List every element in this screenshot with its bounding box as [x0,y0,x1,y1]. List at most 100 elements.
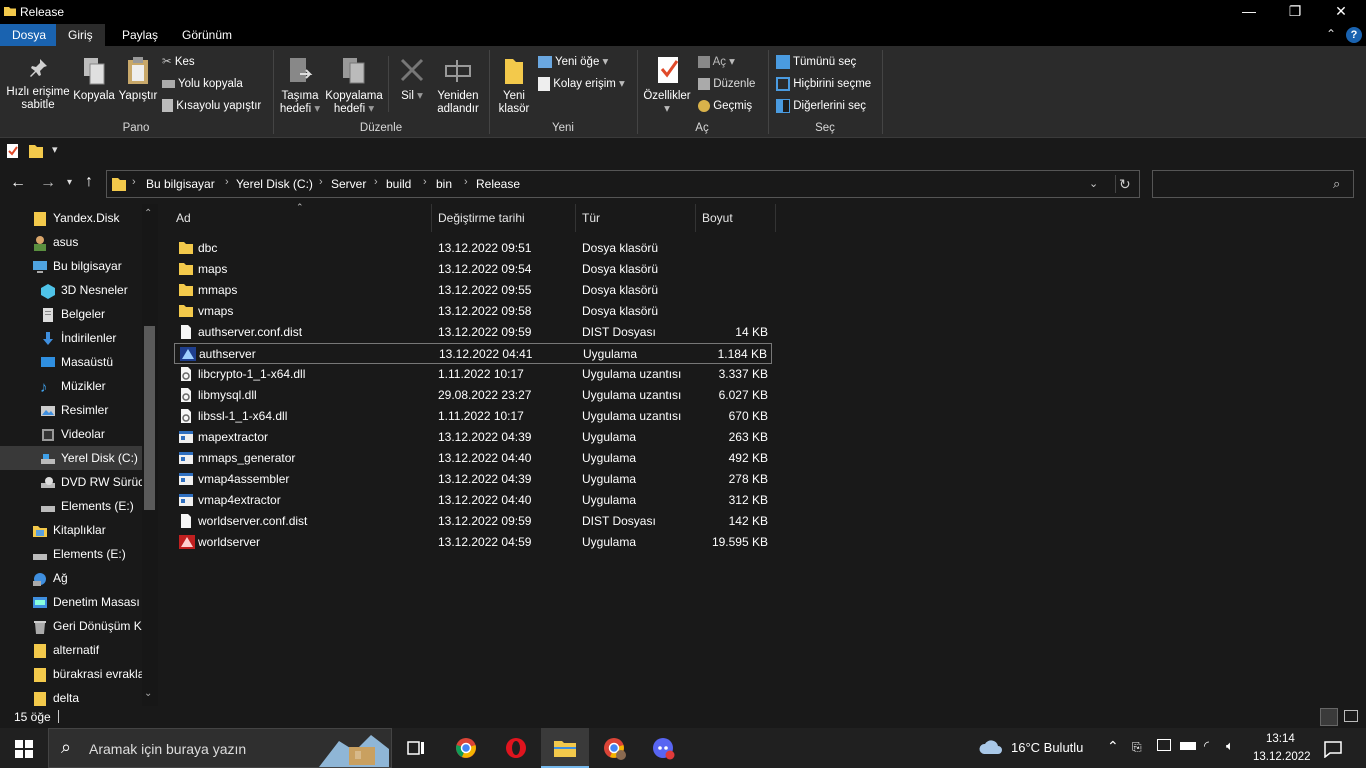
file-row[interactable]: mmaps_generator 13.12.2022 04:40 Uygulama 4… [174,448,772,469]
scroll-up-chevron-icon[interactable]: ⌃ [144,208,152,219]
file-row[interactable]: vmaps 13.12.2022 09:58 Dosya klasörü [174,301,772,322]
tab-dosya[interactable]: Dosya [0,24,59,46]
file-row[interactable]: libmysql.dll 29.08.2022 23:27 Uygulama uza… [174,385,772,406]
properties-button[interactable]: Özellikler ▾ [640,54,694,116]
file-row[interactable]: authserver.conf.dist 13.12.2022 09:59 DIST… [174,322,772,343]
copy-to-button[interactable]: Kopyalama hedefi ▾ [324,56,384,116]
file-row[interactable]: dbc 13.12.2022 09:51 Dosya klasörü [174,238,772,259]
file-row[interactable]: worldserver 13.12.2022 04:59 Uygulama 19.59… [174,532,772,553]
chevron-up-icon[interactable]: ⌃ [1326,27,1336,41]
select-none-button[interactable]: Hiçbirini seçme [776,74,871,94]
file-row[interactable]: worldserver.conf.dist 13.12.2022 09:59 DIS… [174,511,772,532]
nav-item-asus[interactable]: asus [0,230,142,254]
up-arrow-icon[interactable]: ↑ [85,173,93,191]
tablet-icon[interactable] [1157,739,1171,751]
paste-shortcut-button[interactable]: Kısayolu yapıştır [162,96,261,116]
clock-date[interactable]: 13.12.2022 [1253,751,1311,763]
battery-icon[interactable] [1180,742,1196,750]
forward-arrow-icon[interactable]: → [40,174,56,192]
file-row[interactable]: libssl-1_1-x64.dll 1.11.2022 10:17 Uygulam… [174,406,772,427]
new-folder-small-icon[interactable] [28,143,44,159]
column-header-type[interactable]: Tür [576,204,696,232]
refresh-icon[interactable]: ↻ [1119,176,1131,193]
copy-path-button[interactable]: Yolu kopyala [162,74,243,94]
show-hidden-icons-chevron-icon[interactable]: ⌃ [1107,738,1119,755]
back-arrow-icon[interactable]: ← [10,174,26,192]
customize-dropdown-icon[interactable]: ▾ [52,143,58,156]
nav-item-resimler[interactable]: Resimler [0,398,142,422]
paste-button[interactable]: Yapıştır [116,56,160,103]
windows-start-icon[interactable] [15,740,33,758]
close-button[interactable]: ✕ [1318,0,1364,24]
nav-item-bu-bilgisayar[interactable]: Bu bilgisayar [0,254,142,278]
new-item-button[interactable]: Yeni öğe ▾ [538,52,608,72]
notification-center-icon[interactable] [1324,740,1342,758]
tab-paylas[interactable]: Paylaş [110,24,170,46]
rename-button[interactable]: Yeniden adlandır [432,56,484,116]
cloud-weather-icon[interactable] [978,738,1004,756]
nav-item-geri-donusum[interactable]: Geri Dönüşüm K [0,614,142,638]
search-input[interactable]: ⌕ [1152,170,1354,198]
minimize-button[interactable]: — [1226,0,1272,24]
address-bar[interactable]: › Bu bilgisayar › Yerel Disk (C:) › Serv… [106,170,1140,198]
copy-button[interactable]: Kopyala [72,56,116,103]
nav-item-yerel-disk-c[interactable]: Yerel Disk (C:) [0,446,142,470]
delete-button[interactable]: Sil ▾ [394,56,430,103]
move-to-button[interactable]: Taşıma hedefi ▾ [278,56,322,116]
file-row[interactable]: mmaps 13.12.2022 09:55 Dosya klasörü [174,280,772,301]
details-view-icon[interactable] [1320,708,1338,726]
file-row[interactable]: libcrypto-1_1-x64.dll 1.11.2022 10:17 Uygu… [174,364,772,385]
help-icon[interactable]: ? [1346,27,1362,43]
pin-quick-access-button[interactable]: Hızlı erişime sabitle [4,56,72,112]
nav-item-indirilenler[interactable]: İndirilenler [0,326,142,350]
nav-scrollbar-thumb[interactable] [144,326,155,510]
nav-item-belgeler[interactable]: Belgeler [0,302,142,326]
easy-access-button[interactable]: Kolay erişim ▾ [538,74,625,94]
taskbar-search-box[interactable]: ⌕ Aramak için buraya yazın [48,728,392,768]
tab-gorunum[interactable]: Görünüm [170,24,244,46]
volume-icon[interactable]: 🔈︎ [1226,738,1234,754]
column-header-size[interactable]: Boyut [696,204,776,232]
chrome-profile-taskbar-button[interactable] [590,728,638,768]
history-button[interactable]: Geçmiş [698,96,752,116]
breadcrumb-bin[interactable]: bin [436,177,452,191]
tab-giris[interactable]: Giriş [56,24,105,46]
chrome-taskbar-button[interactable] [442,728,490,768]
properties-small-icon[interactable] [6,143,20,159]
scroll-down-chevron-icon[interactable]: ⌄ [144,688,152,699]
opera-taskbar-button[interactable] [492,728,540,768]
file-row[interactable]: authserver 13.12.2022 04:41 Uygulama 1.184 … [174,343,772,364]
clock-time[interactable]: 13:14 [1266,733,1295,745]
task-view-button[interactable] [392,728,440,768]
cut-button[interactable]: ✂ Kes [162,52,195,72]
nav-item-muzikler[interactable]: ♪ Müzikler [0,374,142,398]
nav-item-ag[interactable]: Ağ [0,566,142,590]
breadcrumb-release[interactable]: Release [476,177,520,191]
file-row[interactable]: vmap4extractor 13.12.2022 04:40 Uygulama 31… [174,490,772,511]
nav-item-masaustu[interactable]: Masaüstü [0,350,142,374]
invert-selection-button[interactable]: Diğerlerini seç [776,96,866,116]
nav-item-yandex-disk[interactable]: Yandex.Disk [0,206,142,230]
meet-now-camera-icon[interactable]: ⎘ [1132,740,1142,755]
select-all-button[interactable]: Tümünü seç [776,52,856,72]
nav-item-denetim-masasi[interactable]: Denetim Masası [0,590,142,614]
new-folder-button[interactable]: Yeni klasör [494,56,534,116]
breadcrumb-build[interactable]: build [386,177,411,191]
nav-item-elements-e[interactable]: Elements (E:) [0,494,142,518]
column-header-date[interactable]: Değiştirme tarihi [432,204,576,232]
file-row[interactable]: mapextractor 13.12.2022 04:39 Uygulama 263 … [174,427,772,448]
edit-button[interactable]: Düzenle [698,74,755,94]
maximize-button[interactable]: ❐ [1272,0,1318,24]
file-explorer-taskbar-button[interactable] [541,728,589,768]
weather-text[interactable]: 16°C Bulutlu [1011,740,1083,755]
breadcrumb-yerel-disk[interactable]: Yerel Disk (C:) [236,177,313,191]
file-row[interactable]: maps 13.12.2022 09:54 Dosya klasörü [174,259,772,280]
nav-item-elements-e-2[interactable]: Elements (E:) [0,542,142,566]
breadcrumb-bu-bilgisayar[interactable]: Bu bilgisayar [146,177,215,191]
title-bar[interactable]: Release — ❐ ✕ [0,0,1366,24]
discord-taskbar-button[interactable] [640,728,688,768]
open-button[interactable]: Aç ▾ [698,52,735,72]
nav-item-videolar[interactable]: Videolar [0,422,142,446]
file-row[interactable]: vmap4assembler 13.12.2022 04:39 Uygulama 27… [174,469,772,490]
large-icons-view-icon[interactable] [1344,710,1358,722]
